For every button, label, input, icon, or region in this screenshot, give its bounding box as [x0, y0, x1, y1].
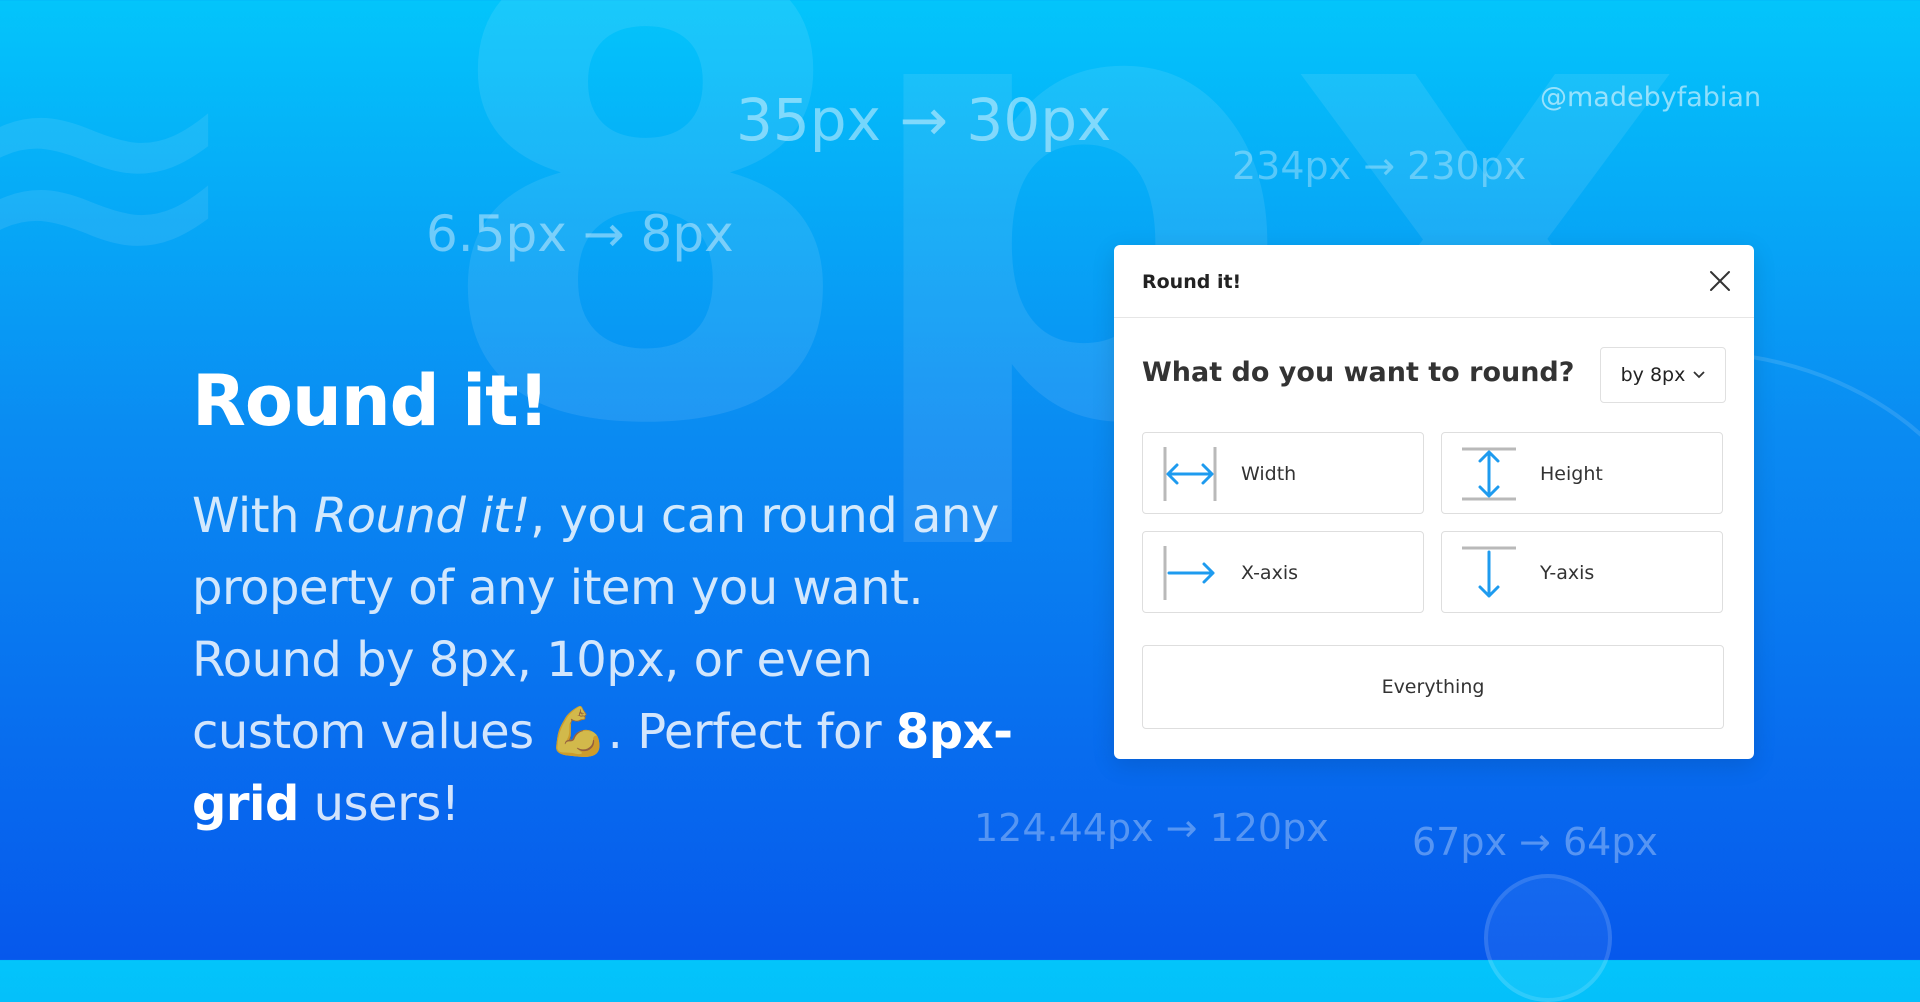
hero-text: With [192, 488, 314, 544]
decor-tilde-glyph: ≈ [0, 0, 249, 391]
round-it-dialog: Round it! What do you want to round? by … [1114, 245, 1754, 759]
decor-circle [1484, 874, 1612, 1002]
height-icon [1462, 447, 1516, 501]
close-button[interactable] [1704, 265, 1736, 297]
floating-label: 6.5px → 8px [426, 205, 734, 263]
y-axis-icon [1462, 546, 1516, 598]
chevron-down-icon [1693, 371, 1706, 379]
option-height[interactable]: Height [1441, 432, 1723, 514]
option-x-axis-label: X-axis [1241, 562, 1298, 584]
hero-title: Round it! [192, 360, 550, 442]
author-handle: @madebyfabian [1540, 82, 1762, 113]
hero-text: users! [298, 776, 460, 832]
option-x-axis[interactable]: X-axis [1142, 531, 1424, 613]
close-icon [1710, 271, 1730, 291]
everything-button-label: Everything [1381, 676, 1485, 698]
round-by-select[interactable]: by 8px [1600, 347, 1726, 403]
round-by-select-value: by 8px [1620, 364, 1686, 386]
dialog-question: What do you want to round? [1142, 357, 1575, 388]
floating-label: 234px → 230px [1232, 144, 1527, 188]
option-y-axis-label: Y-axis [1540, 562, 1595, 584]
floating-label: 35px → 30px [736, 86, 1112, 154]
flexed-biceps-emoji: 💪 [548, 704, 608, 760]
option-height-label: Height [1540, 463, 1603, 485]
option-y-axis[interactable]: Y-axis [1441, 531, 1723, 613]
dialog-title: Round it! [1142, 271, 1242, 293]
option-width-label: Width [1241, 463, 1297, 485]
dialog-header: Round it! [1114, 245, 1754, 318]
width-icon [1163, 447, 1217, 501]
hero-text-em: Round it! [313, 488, 531, 544]
x-axis-icon [1163, 546, 1215, 600]
everything-button[interactable]: Everything [1142, 645, 1724, 729]
hero-description: With Round it!, you can round any proper… [192, 480, 1032, 840]
option-width[interactable]: Width [1142, 432, 1424, 514]
hero-text: . Perfect for [607, 704, 896, 760]
floating-label: 67px → 64px [1412, 820, 1658, 864]
